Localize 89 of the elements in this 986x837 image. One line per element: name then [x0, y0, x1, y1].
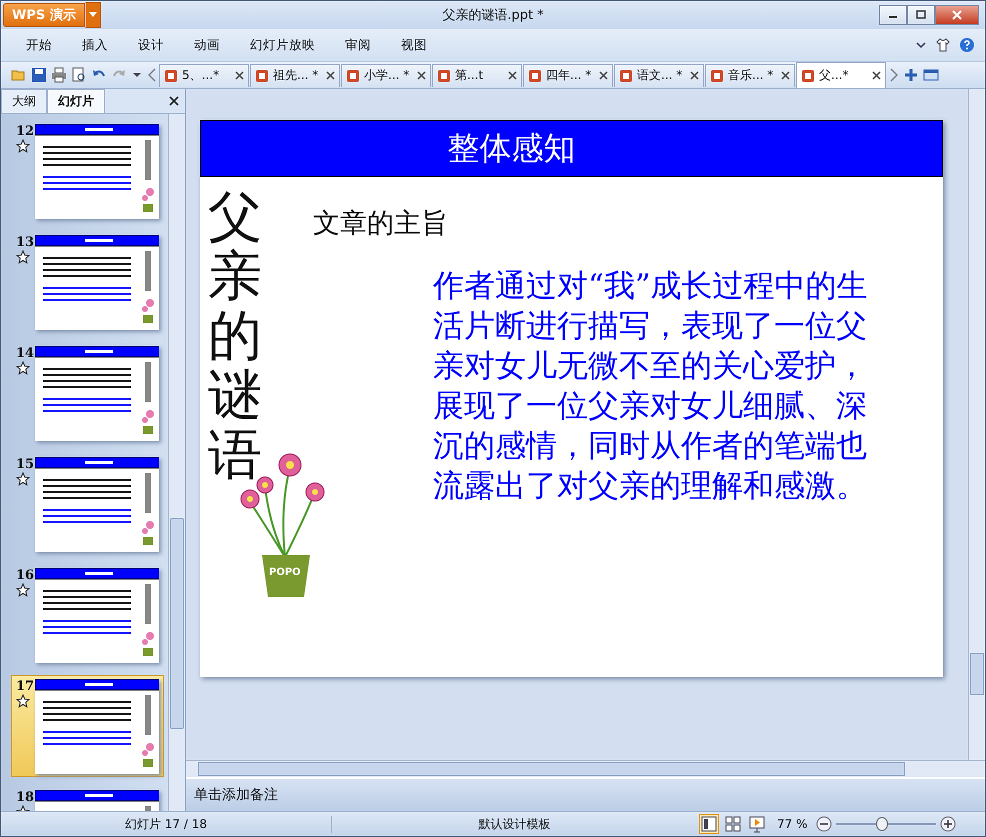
menu-item[interactable]: 设计 [123, 36, 179, 54]
slide-thumbnail-item[interactable]: 12 [11, 120, 164, 222]
slide-counter: 幻灯片 17 / 18 [1, 816, 332, 832]
slide-thumbnail-item[interactable]: 14 [11, 342, 164, 444]
menu-item[interactable]: 开始 [11, 36, 67, 54]
chevron-right-icon[interactable] [889, 67, 899, 83]
help-icon[interactable] [959, 37, 975, 53]
slide-number: 18 [16, 790, 34, 805]
caret-icon [88, 12, 97, 18]
close-icon[interactable] [169, 96, 179, 106]
document-tab[interactable]: 小学... * [341, 64, 431, 86]
close-icon[interactable] [690, 71, 699, 80]
menu-item[interactable]: 审阅 [330, 36, 386, 54]
document-tab[interactable]: 祖先... * [250, 64, 340, 86]
star-icon[interactable] [16, 139, 30, 153]
vertical-scrollbar[interactable] [168, 114, 185, 811]
close-icon[interactable] [326, 71, 335, 80]
slide-thumbnail-item[interactable]: 16 [11, 564, 164, 666]
print-preview-icon[interactable] [71, 67, 87, 83]
slide-thumbnail-item[interactable]: 13 [11, 231, 164, 333]
document-icon [255, 68, 269, 82]
maximize-icon [916, 10, 926, 20]
vertical-scrollbar[interactable] [968, 89, 985, 760]
slide-thumbnail-item[interactable]: 15 [11, 453, 164, 555]
star-icon[interactable] [16, 361, 30, 375]
slide-thumbnail-item[interactable]: 18 [11, 786, 164, 811]
notes-field[interactable]: 单击添加备注 [186, 777, 985, 811]
document-icon [528, 68, 542, 82]
vertical-title: 父亲的谜语 [208, 187, 262, 484]
slide-number: 14 [16, 346, 34, 361]
zoom-slider[interactable] [836, 817, 936, 831]
slide-number: 15 [16, 457, 34, 472]
document-icon [164, 68, 178, 82]
menu-item[interactable]: 幻灯片放映 [235, 36, 330, 54]
document-icon [801, 68, 815, 82]
document-icon [710, 68, 724, 82]
zoom-out-button[interactable] [816, 816, 832, 832]
zoom-in-button[interactable] [940, 816, 956, 832]
document-icon [346, 68, 360, 82]
slide-subtitle: 文章的主旨 [313, 207, 449, 241]
document-tab[interactable]: 音乐... * [705, 64, 795, 86]
normal-view-icon[interactable] [700, 815, 718, 833]
close-icon[interactable] [508, 71, 517, 80]
printer-icon[interactable] [51, 67, 67, 83]
document-tab[interactable]: 父...* [796, 62, 886, 88]
window-list-icon[interactable] [923, 67, 939, 83]
close-icon[interactable] [417, 71, 426, 80]
window-title: 父亲的谜语.ppt * [442, 7, 544, 24]
star-icon[interactable] [16, 250, 30, 264]
star-icon[interactable] [16, 583, 30, 597]
slide-number: 17 [16, 679, 34, 694]
close-icon[interactable] [781, 71, 790, 80]
minimize-button[interactable] [879, 5, 907, 25]
slideshow-icon[interactable] [748, 815, 766, 833]
slide-number: 13 [16, 235, 34, 250]
plus-icon[interactable] [903, 67, 919, 83]
menu-item[interactable]: 视图 [386, 36, 442, 54]
app-menu-dropdown[interactable] [84, 2, 101, 28]
close-icon [951, 10, 963, 20]
chevron-left-icon[interactable] [147, 67, 157, 83]
document-tab[interactable]: 语文... * [614, 64, 704, 86]
slide-number: 12 [16, 124, 34, 139]
panel-tab[interactable]: 大纲 [1, 89, 47, 113]
pot-label: POPO [269, 567, 301, 578]
document-tab[interactable]: 5、...* [159, 64, 249, 86]
close-icon[interactable] [872, 71, 881, 80]
close-icon[interactable] [599, 71, 608, 80]
document-tab[interactable]: 四年... * [523, 64, 613, 86]
close-icon[interactable] [235, 71, 244, 80]
horizontal-scrollbar[interactable] [186, 760, 985, 777]
zoom-percent: 77 % [777, 817, 808, 831]
menu-item[interactable]: 动画 [179, 36, 235, 54]
slide-thumbnail-item[interactable]: 17 [11, 675, 164, 777]
document-icon [437, 68, 451, 82]
menu-item[interactable]: 插入 [67, 36, 123, 54]
document-tab[interactable]: 第...t [432, 64, 522, 86]
template-name: 默认设计模板 [478, 816, 552, 832]
grid-view-icon[interactable] [724, 815, 742, 833]
close-button[interactable] [935, 5, 979, 25]
star-icon[interactable] [16, 472, 30, 486]
slide-number: 16 [16, 568, 34, 583]
panel-tab[interactable]: 幻灯片 [47, 89, 105, 113]
maximize-button[interactable] [907, 5, 935, 25]
slide-header: 整体感知 [200, 120, 943, 177]
slide-body-text: 作者通过对“我”成长过程中的生活片断进行描写，表现了一位父亲对女儿无微不至的关心爱护，展现了一位父亲对女儿细腻、深沉的感情，同时从作者的笔端也流露出了对父亲的理解和感激。 [433, 267, 869, 506]
shirt-icon[interactable] [935, 37, 951, 53]
star-icon[interactable] [16, 694, 30, 708]
document-icon [619, 68, 633, 82]
save-icon[interactable] [31, 67, 47, 83]
